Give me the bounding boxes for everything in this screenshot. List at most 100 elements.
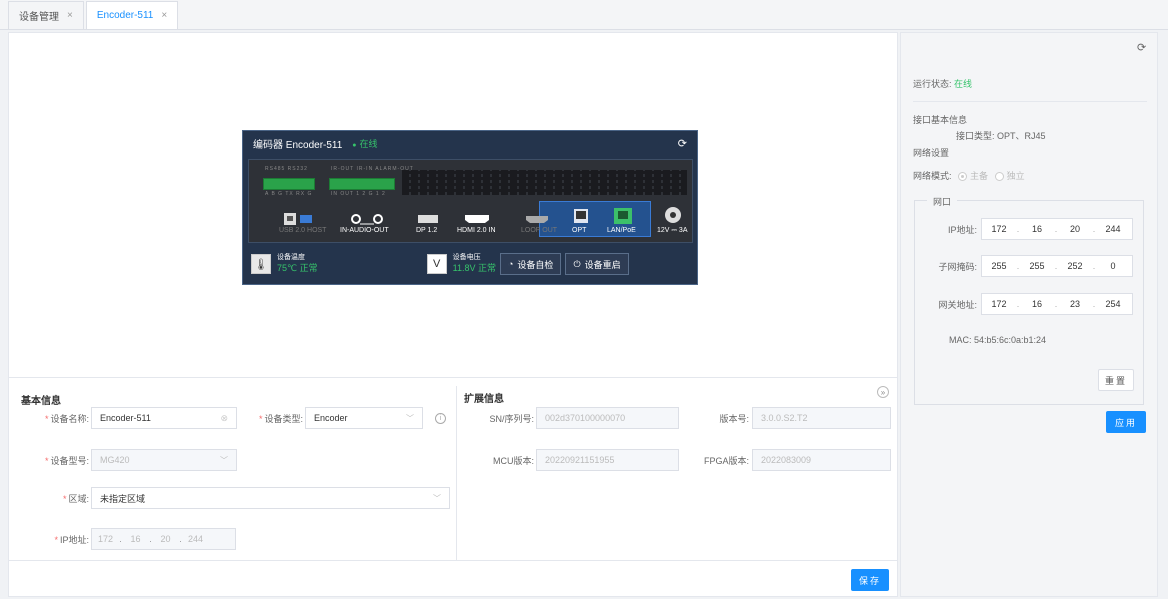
chevron-down-icon: ﹀ xyxy=(406,413,414,423)
network-port-group: 网口 IP地址: 172. 16. 20. 244 子网掩码: 255. 255. 252… xyxy=(914,195,1144,405)
subnet-mask-label: 子网掩码: xyxy=(938,262,977,272)
temperature-indicator: 🌡 设备温度 75℃ 正常 xyxy=(251,254,318,274)
interface-info-title: 接口基本信息 xyxy=(913,115,968,125)
dp-port-label: DP 1.2 xyxy=(416,227,438,234)
run-status-value: 在线 xyxy=(954,79,973,89)
device-status: 在线 xyxy=(352,137,378,150)
terminal-bottom-label: A B G TX RX G xyxy=(265,191,313,197)
clear-icon[interactable]: ⊗ xyxy=(220,413,228,424)
device-model-label: * 设备型号: xyxy=(44,456,89,466)
loop-out-port-icon xyxy=(526,216,548,223)
basic-info-title: 基本信息 xyxy=(21,396,61,407)
tab-bar: 设备管理 × Encoder-511 × xyxy=(0,0,1168,30)
loop-out-port-label: LOOP OUT xyxy=(521,227,558,234)
side-ip-input[interactable]: 172. 16. 20. 244 xyxy=(981,218,1133,240)
refresh-icon[interactable]: ⟳ xyxy=(678,137,687,150)
chevron-down-icon: ﹀ xyxy=(433,493,441,503)
device-title: 编码器 Encoder-511 xyxy=(253,139,343,151)
radio-master-backup[interactable] xyxy=(958,172,968,182)
network-mode: 网络模式: 主备 独立 xyxy=(913,171,1025,182)
hdmi-port-icon xyxy=(465,215,489,223)
voltage-indicator: V 设备电压 11.8V 正常 xyxy=(426,254,496,274)
version-label: 版本号: xyxy=(719,414,749,424)
ip-address-label: * IP地址: xyxy=(54,535,89,545)
temperature-label: 设备温度 xyxy=(277,254,305,262)
gateway-label: 网关地址: xyxy=(938,300,977,310)
device-name-label: * 设备名称: xyxy=(44,414,89,424)
tab-label: 设备管理 xyxy=(19,12,59,23)
self-check-label: 设备自检 xyxy=(517,259,554,270)
device-panel: 编码器 Encoder-511 在线 ⟳ RS485 RS232 IR-OUT … xyxy=(242,130,698,285)
device-preview: 编码器 Encoder-511 在线 ⟳ RS485 RS232 IR-OUT … xyxy=(9,33,897,378)
extended-info-title: 扩展信息 xyxy=(464,394,504,405)
region-label: * 区域: xyxy=(62,494,89,504)
region-select[interactable]: 未指定区域 ﹀ xyxy=(91,487,450,509)
ip-address-input[interactable]: 172. 16. 20. 244 xyxy=(91,528,236,550)
voltage-icon: V xyxy=(426,254,447,274)
device-model-select[interactable]: MG420 ﹀ xyxy=(91,449,237,471)
divider xyxy=(913,101,1147,102)
device-type-label: * 设备类型: xyxy=(258,414,303,424)
lan-port-icon xyxy=(614,208,632,224)
audio-port-icon xyxy=(351,214,383,225)
port-legend: 网口 xyxy=(927,195,958,208)
vent-grille xyxy=(402,170,687,195)
network-settings-title: 网络设置 xyxy=(913,148,950,158)
usb-port-label: USB 2.0 HOST xyxy=(279,227,327,234)
thermometer-icon: 🌡 xyxy=(251,254,271,274)
main-panel: 编码器 Encoder-511 在线 ⟳ RS485 RS232 IR-OUT … xyxy=(8,32,898,597)
reboot-label: 设备重启 xyxy=(584,259,621,270)
reset-button[interactable]: 重置 xyxy=(1098,369,1134,391)
terminal-block-2 xyxy=(329,178,395,190)
subnet-mask-input[interactable]: 255. 255. 252. 0 xyxy=(981,255,1133,277)
lan-port-label: LAN/PoE xyxy=(607,227,636,234)
audio-port-label: IN-AUDIO-OUT xyxy=(340,227,389,234)
divider xyxy=(456,386,457,561)
network-side-panel: ⟳ 运行状态: 在线 接口基本信息 接口类型: OPT、RJ45 网络设置 网络… xyxy=(900,32,1158,597)
device-name-input[interactable]: Encoder-511 ⊗ xyxy=(91,407,237,429)
apply-button[interactable]: 应用 xyxy=(1106,411,1146,433)
refresh-icon[interactable]: ⟳ xyxy=(1137,41,1146,54)
mcu-version-label: MCU版本: xyxy=(493,456,534,466)
power-icon: ⏻ xyxy=(573,258,581,269)
info-icon[interactable]: i xyxy=(435,413,446,424)
mcu-version-field: 20220921151955 xyxy=(536,449,679,471)
tab-encoder-511[interactable]: Encoder-511 × xyxy=(85,1,179,29)
side-ip-label: IP地址: xyxy=(947,225,977,235)
terminal-top-label: RS485 RS232 xyxy=(265,166,308,172)
dp-port-icon xyxy=(418,215,438,223)
terminal-bottom-label: IN OUT 1 2 G 1 2 xyxy=(331,191,386,197)
self-check-button[interactable]: ◔ 设备自检 xyxy=(499,253,562,275)
tab-label: Encoder-511 xyxy=(96,10,154,21)
device-footer: 🌡 设备温度 75℃ 正常 V 设备电压 11.8V 正常 ◔ 设备自检 ⏻ 设备重启 xyxy=(248,248,693,280)
temperature-value: 75℃ 正常 xyxy=(277,262,318,273)
sn-label: SN/序列号: xyxy=(489,414,534,424)
reboot-button[interactable]: ⏻ 设备重启 xyxy=(565,253,629,275)
tab-device-management[interactable]: 设备管理 × xyxy=(8,1,84,29)
info-forms: 基本信息 扩展信息 » * 设备名称: Encoder-511 ⊗ * 设备类型: E… xyxy=(9,378,897,561)
power-port-label: 12V ⎓ 3A xyxy=(657,227,688,234)
sn-field: 002d370100000070 xyxy=(536,407,679,429)
voltage-value: 11.8V 正常 xyxy=(452,262,496,273)
fpga-version-field: 2022083009 xyxy=(752,449,891,471)
form-footer: 保存 xyxy=(9,560,897,597)
interface-type: 接口类型: OPT、RJ45 xyxy=(956,131,1046,141)
opt-port-label: OPT xyxy=(572,227,587,234)
collapse-icon[interactable]: » xyxy=(877,386,889,398)
radio-independent[interactable] xyxy=(994,172,1004,182)
chevron-down-icon: ﹀ xyxy=(220,455,228,465)
terminal-block-1 xyxy=(263,178,315,190)
device-rear-panel: RS485 RS232 IR-OUT IR-IN ALARM-OUT A B G… xyxy=(248,159,693,243)
close-icon[interactable]: × xyxy=(67,10,73,21)
opt-port-icon xyxy=(574,209,588,223)
device-type-select[interactable]: Encoder ﹀ xyxy=(305,407,423,429)
power-port-icon xyxy=(665,207,681,223)
close-icon[interactable]: × xyxy=(161,10,167,21)
mac-address: MAC: 54:b5:6c:0a:b1:24 xyxy=(949,335,1047,345)
gateway-input[interactable]: 172. 16. 23. 254 xyxy=(981,293,1133,315)
device-header: 编码器 Encoder-511 在线 ⟳ xyxy=(243,131,697,155)
save-button[interactable]: 保存 xyxy=(851,569,889,591)
self-check-icon: ◔ xyxy=(507,259,514,269)
usb-port-icon xyxy=(284,213,312,225)
fpga-version-label: FPGA版本: xyxy=(703,456,749,466)
